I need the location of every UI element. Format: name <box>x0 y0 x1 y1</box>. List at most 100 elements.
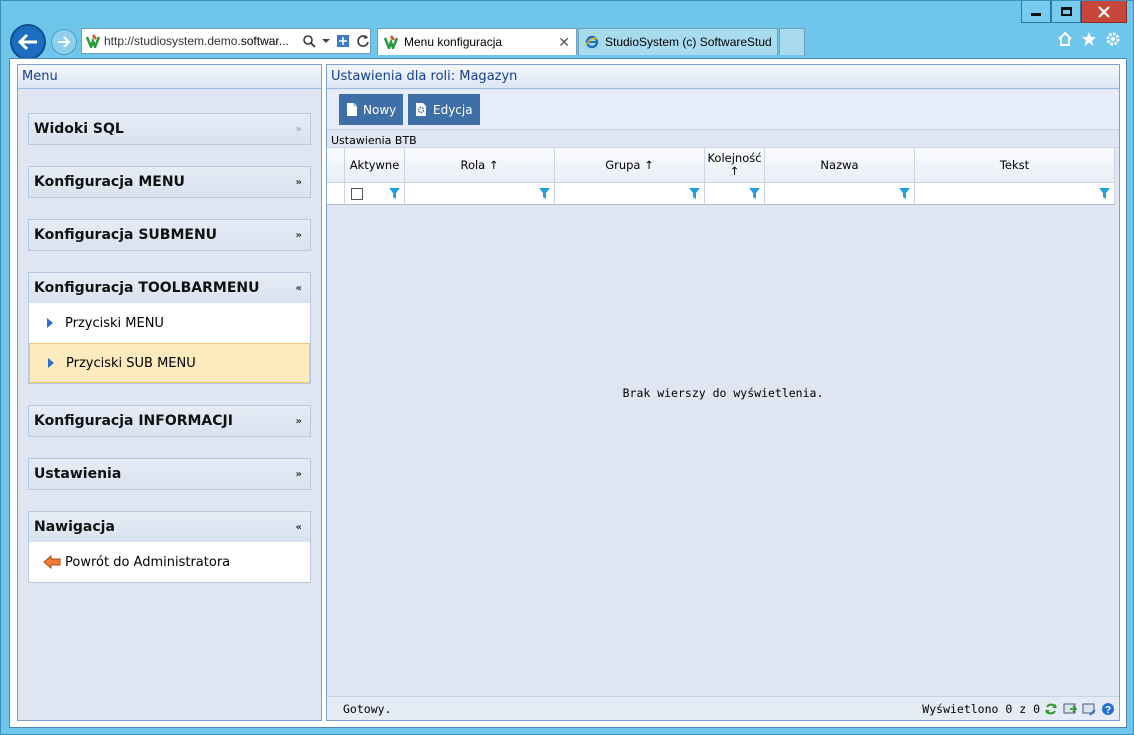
new-button-label: Nowy <box>363 102 397 117</box>
chevron-down-icon[interactable]: » <box>296 230 302 241</box>
site-logo-icon <box>86 34 100 48</box>
filter-checkbox[interactable] <box>351 187 363 200</box>
filter-nazwa[interactable] <box>765 183 915 204</box>
chevron-up-icon[interactable]: « <box>296 522 302 533</box>
filter-icon[interactable] <box>389 188 400 199</box>
filter-icon[interactable] <box>689 188 700 199</box>
tab-label: StudioSystem (c) SoftwareStud... <box>605 35 771 49</box>
internet-explorer-icon <box>585 35 599 49</box>
back-arrow-icon <box>43 555 61 569</box>
column-header-aktywne[interactable]: Aktywne <box>345 148 405 182</box>
group-ustawienia[interactable]: Ustawienia » <box>28 458 311 490</box>
gear-icon[interactable] <box>1105 31 1121 47</box>
group-label: Konfiguracja TOOLBARMENU <box>34 280 260 296</box>
column-header-rola[interactable]: Rola ↑ <box>405 148 555 182</box>
chevron-down-icon[interactable]: » <box>296 469 302 480</box>
status-bar: Gotowy. Wyświetlono 0 z 0 ? <box>327 696 1119 720</box>
edit-document-icon <box>416 103 426 116</box>
group-label: Widoki SQL <box>34 121 124 137</box>
filter-kolejnosc[interactable] <box>705 183 765 204</box>
menu-item-przyciski-menu[interactable]: Przyciski MENU <box>29 303 310 343</box>
close-icon <box>1098 5 1110 18</box>
chevron-up-icon[interactable]: « <box>296 283 302 294</box>
print-icon[interactable] <box>1082 702 1096 716</box>
browser-window: http://studiosystem.demo.softwar... Menu… <box>0 0 1134 735</box>
grid-indicator-header <box>327 148 345 182</box>
grid-indicator-filter <box>327 183 345 204</box>
close-window-button[interactable] <box>1081 1 1127 23</box>
minimize-button[interactable] <box>1021 1 1051 23</box>
help-icon[interactable]: ? <box>1101 702 1115 716</box>
menu-item-przyciski-sub-menu[interactable]: Przyciski SUB MENU <box>29 343 310 383</box>
filter-icon[interactable] <box>539 188 550 199</box>
tab-close-icon[interactable]: ✕ <box>558 34 570 51</box>
filter-grupa[interactable] <box>555 183 705 204</box>
grid-filter-row <box>327 183 1115 205</box>
refresh-icon[interactable] <box>356 34 370 48</box>
group-konfiguracja-menu[interactable]: Konfiguracja MENU » <box>28 166 311 198</box>
group-label: Nawigacja <box>34 519 115 535</box>
edit-button[interactable]: Edycja <box>408 94 480 125</box>
maximize-button[interactable] <box>1051 1 1081 23</box>
export-icon[interactable] <box>1063 702 1077 716</box>
search-icon[interactable] <box>302 34 316 48</box>
favorites-star-icon[interactable] <box>1081 31 1097 47</box>
group-nawigacja[interactable]: Nawigacja « Powrót do Administratora <box>28 511 311 583</box>
menu-panel-title: Menu <box>18 65 321 89</box>
new-tab-button[interactable] <box>779 28 805 55</box>
menu-item-label: Powrót do Administratora <box>65 554 231 570</box>
browser-right-icons <box>1057 31 1121 47</box>
address-bar[interactable]: http://studiosystem.demo.softwar... <box>81 28 371 54</box>
new-button[interactable]: Nowy <box>339 94 404 125</box>
group-konfiguracja-toolbarmenu[interactable]: Konfiguracja TOOLBARMENU « Przyciski MENU… <box>28 272 311 384</box>
navigation-bar: http://studiosystem.demo.softwar... Menu… <box>9 23 1127 60</box>
forward-button[interactable] <box>51 29 77 55</box>
record-count: Wyświetlono 0 z 0 <box>922 701 1040 716</box>
group-konfiguracja-informacji[interactable]: Konfiguracja INFORMACJI » <box>28 405 311 437</box>
chevron-down-icon[interactable] <box>322 38 330 44</box>
settings-panel-title: Ustawienia dla roli: Magazyn <box>327 65 1119 89</box>
group-widoki-sql[interactable]: Widoki SQL » <box>28 113 311 145</box>
compatibility-view-icon[interactable] <box>336 34 350 48</box>
filter-rola[interactable] <box>405 183 555 204</box>
tab-studiosystem[interactable]: StudioSystem (c) SoftwareStud... <box>578 28 778 55</box>
status-text: Gotowy. <box>343 701 392 716</box>
back-button[interactable] <box>10 24 46 60</box>
chevron-down-icon[interactable]: » <box>296 177 302 188</box>
filter-aktywne <box>345 183 405 204</box>
tab-menu-konfiguracja[interactable]: Menu konfiguracja ✕ <box>377 28 577 55</box>
chevron-down-icon[interactable]: » <box>296 416 302 427</box>
group-label: Ustawienia <box>34 466 122 482</box>
column-header-kolejnosc[interactable]: Kolejność ↑ <box>705 148 765 182</box>
triangle-right-icon <box>47 318 53 328</box>
minimize-icon <box>1031 13 1041 16</box>
grid-header-row: Aktywne Rola ↑ Grupa ↑ Kolejność ↑ Nazwa… <box>327 148 1115 183</box>
page-content: Menu Widoki SQL » Konfiguracja MENU » Konf… <box>9 58 1127 728</box>
column-header-nazwa[interactable]: Nazwa <box>765 148 915 182</box>
filter-icon[interactable] <box>1099 188 1110 199</box>
group-label: Konfiguracja INFORMACJI <box>34 413 233 429</box>
back-arrow-icon <box>18 33 37 51</box>
menu-item-powrot-do-administratora[interactable]: Powrót do Administratora <box>29 542 310 582</box>
grid-title: Ustawienia BTB <box>331 134 417 147</box>
group-label: Konfiguracja MENU <box>34 174 185 190</box>
empty-grid-message: Brak wierszy do wyświetlenia. <box>622 386 824 400</box>
site-logo-icon <box>384 35 398 49</box>
filter-icon[interactable] <box>749 188 760 199</box>
column-header-grupa[interactable]: Grupa ↑ <box>555 148 705 182</box>
maximize-icon <box>1060 7 1072 16</box>
url-domain: softwar... <box>240 34 289 48</box>
window-controls <box>1021 1 1127 23</box>
group-label: Konfiguracja SUBMENU <box>34 227 218 243</box>
triangle-right-icon <box>48 358 54 368</box>
refresh-icon[interactable] <box>1044 702 1058 716</box>
home-icon[interactable] <box>1057 31 1073 47</box>
tab-label: Menu konfiguracja <box>404 35 503 49</box>
column-header-tekst[interactable]: Tekst <box>915 148 1115 182</box>
group-konfiguracja-submenu[interactable]: Konfiguracja SUBMENU » <box>28 219 311 251</box>
filter-icon[interactable] <box>899 188 910 199</box>
menu-item-label: Przyciski MENU <box>65 315 164 331</box>
chevron-down-icon[interactable]: » <box>296 124 302 135</box>
url-prefix: http://studiosystem.demo. <box>104 34 241 48</box>
filter-tekst[interactable] <box>915 183 1115 204</box>
